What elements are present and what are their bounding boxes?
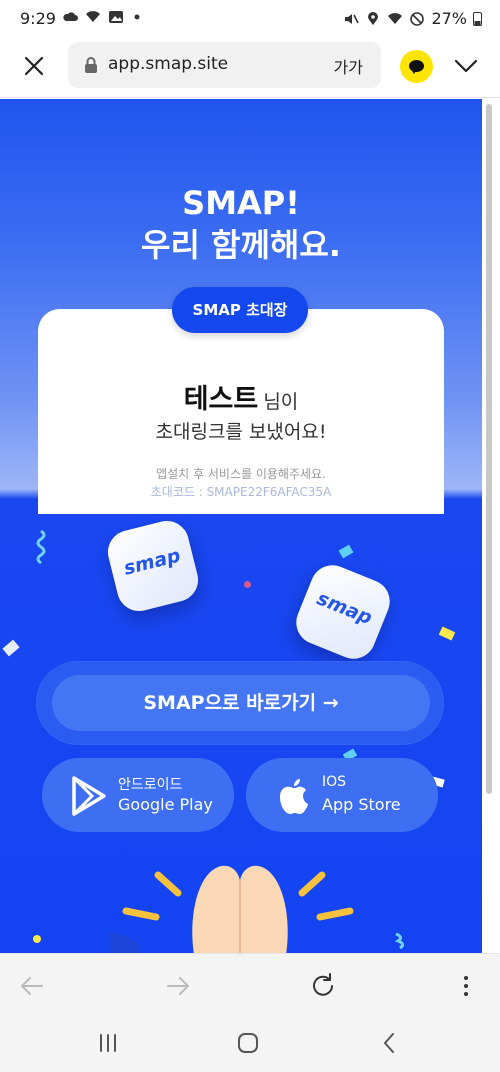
image-icon [109, 11, 123, 23]
text-size-button[interactable]: 가가 [334, 54, 363, 78]
forward-arrow-icon[interactable] [164, 972, 192, 1000]
battery-percent: 27% [431, 9, 467, 28]
confetti-decoration [338, 544, 354, 559]
status-right: 27% [343, 9, 482, 28]
google-play-icon [72, 776, 106, 816]
store-label-android: 안드로이드 [118, 777, 183, 793]
inviter-honorific: 님이 [263, 391, 299, 413]
chevron-down-icon[interactable] [452, 54, 480, 78]
confetti-decoration [438, 626, 456, 641]
close-icon[interactable] [20, 52, 48, 80]
address-bar[interactable]: app.smap.site 가가 [68, 42, 381, 88]
confetti-decoration [36, 529, 46, 565]
location-icon [368, 11, 379, 25]
invite-message: 초대링크를 보냈어요! [155, 421, 327, 443]
smap-app-icon-label: smap [121, 544, 183, 580]
back-arrow-icon[interactable] [18, 972, 46, 1000]
apple-icon [280, 779, 308, 814]
status-bar: 9:29 27% [0, 0, 500, 36]
refresh-icon[interactable] [309, 972, 337, 1000]
app-store-button[interactable]: IOS App Store [246, 758, 438, 832]
smap-app-icon: smap [289, 558, 397, 666]
confetti-decoration [244, 581, 251, 588]
dnd-icon [410, 11, 425, 26]
more-vertical-icon[interactable] [456, 972, 476, 1000]
wifi-icon [388, 12, 403, 24]
confetti-decoration [33, 935, 41, 943]
invite-code: 초대코드 : SMAPE22F6AFAC35A [150, 485, 332, 499]
confetti-decoration [2, 639, 20, 657]
wifi-icon [86, 11, 100, 22]
go-to-smap-button[interactable]: SMAP으로 바로가기 → [52, 675, 430, 731]
google-play-button[interactable]: 안드로이드 Google Play [42, 758, 234, 832]
dot-icon [134, 14, 140, 20]
store-label-ios: IOS [322, 774, 347, 790]
web-content: SMAP! 우리 함께해요. SMAP 초대장 테스트 님이 초대링크를 보냈어… [0, 99, 482, 953]
recent-apps-icon[interactable] [96, 1031, 120, 1055]
browser-top-bar: app.smap.site 가가 [0, 36, 500, 98]
cloud-icon [63, 12, 78, 21]
confetti-decoration [394, 932, 405, 950]
smap-app-icon-label: smap [313, 587, 376, 630]
status-time: 9:29 [20, 9, 56, 28]
hero-title-line1: SMAP! [182, 184, 300, 222]
scrollbar[interactable] [486, 104, 492, 794]
store-label-app-store: App Store [322, 795, 401, 814]
clapping-hands-illustration [110, 865, 354, 953]
battery-icon [473, 12, 482, 26]
mute-icon [345, 13, 360, 24]
status-left-icons [62, 10, 147, 24]
smap-app-icon: smap [103, 516, 203, 616]
kakao-talk-icon[interactable] [400, 50, 433, 83]
browser-bottom-bar [0, 953, 500, 1015]
invite-note: 앱설치 후 서비스를 이용해주세요. [156, 467, 326, 481]
system-navigation-bar [0, 1015, 500, 1072]
invite-pill: SMAP 초대장 [172, 287, 308, 333]
home-icon[interactable] [236, 1031, 260, 1055]
inviter-name: 테스트 [183, 384, 259, 415]
lock-icon [85, 57, 97, 73]
store-label-google-play: Google Play [118, 795, 213, 814]
hero-title-line2: 우리 함께해요. [141, 226, 341, 264]
invite-name-line: 테스트 님이 [38, 377, 444, 416]
back-icon[interactable] [378, 1031, 402, 1055]
url-text: app.smap.site [108, 54, 229, 74]
